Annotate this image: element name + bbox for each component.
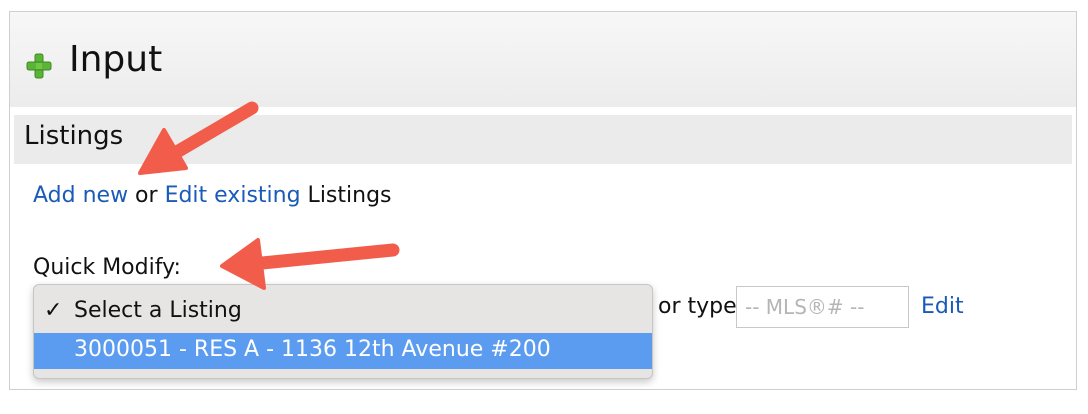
panel-title: Input: [69, 39, 163, 80]
panel-header: Input: [10, 12, 1076, 107]
add-new-link[interactable]: Add new: [33, 183, 128, 208]
listings-suffix-text: Listings: [300, 183, 392, 208]
listing-select-dropdown[interactable]: ✓ Select a Listing 3000051 - RES A - 113…: [33, 284, 653, 379]
plus-icon: [26, 53, 52, 79]
checkmark-icon: ✓: [44, 298, 63, 323]
section-header: Listings: [14, 115, 1072, 164]
or-type-label: or type: [658, 294, 737, 319]
mls-number-input[interactable]: [736, 286, 909, 328]
quick-modify-label: Quick Modify:: [33, 255, 181, 280]
edit-existing-link[interactable]: Edit existing: [165, 183, 301, 208]
or-text: or: [128, 183, 165, 208]
listings-links: Add new or Edit existing Listings: [33, 183, 392, 208]
dropdown-option-label: Select a Listing: [74, 298, 242, 323]
dropdown-option-label: 3000051 - RES A - 1136 12th Avenue #200: [74, 337, 551, 362]
dropdown-option-listing[interactable]: 3000051 - RES A - 1136 12th Avenue #200: [34, 333, 652, 369]
section-title: Listings: [24, 121, 124, 151]
dropdown-option-select-listing[interactable]: ✓ Select a Listing: [34, 294, 652, 330]
edit-button[interactable]: Edit: [921, 294, 964, 319]
